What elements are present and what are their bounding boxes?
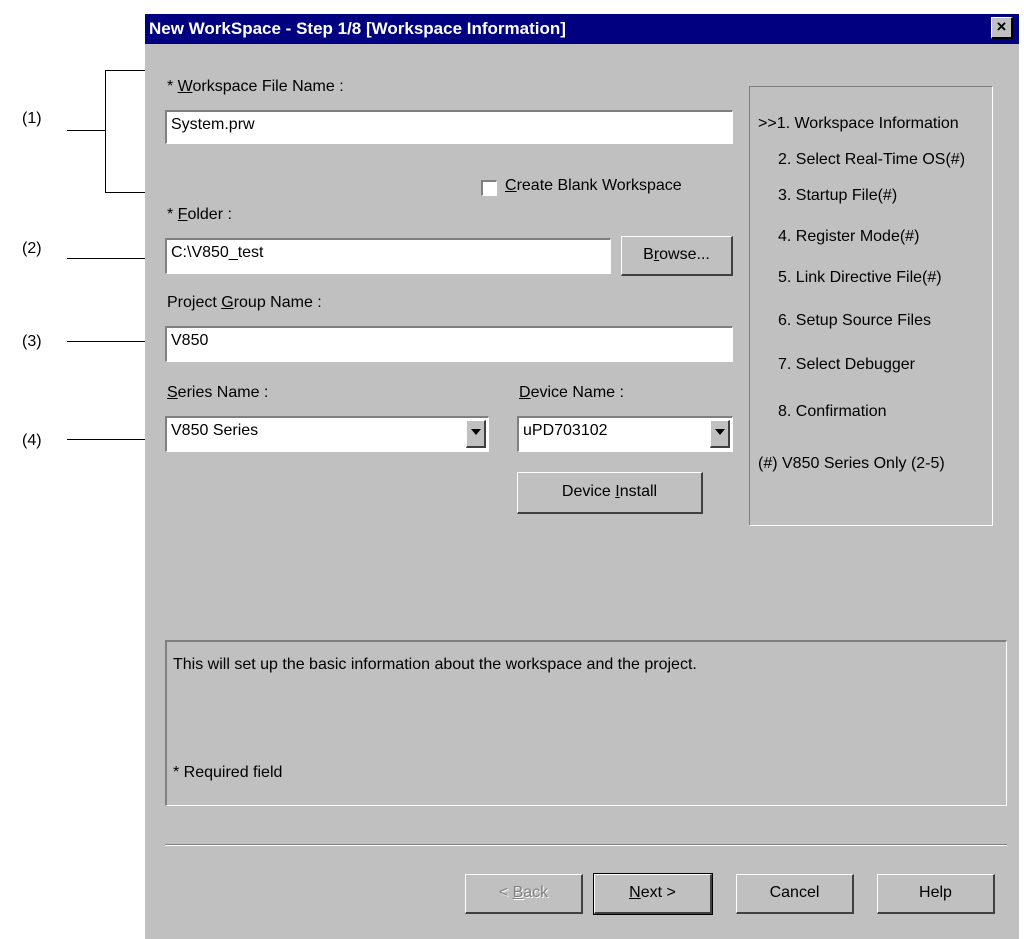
step-item: 4. Register Mode(#) <box>778 228 920 245</box>
browse-button[interactable]: Browse... <box>621 236 733 276</box>
step-item: 6. Setup Source Files <box>778 312 931 329</box>
dialog-title: New WorkSpace - Step 1/8 [Workspace Info… <box>149 19 566 38</box>
step-item: >>1. Workspace Information <box>758 115 959 132</box>
folder-input[interactable]: C:\V850_test <box>165 238 611 274</box>
workspace-file-name-label: * Workspace File Name : <box>167 78 344 95</box>
device-name-value: uPD703102 <box>523 422 608 439</box>
close-icon: × <box>996 17 1007 36</box>
folder-value: C:\V850_test <box>171 244 264 261</box>
cancel-button[interactable]: Cancel <box>736 874 854 914</box>
required-field-note: * Required field <box>173 764 283 781</box>
project-group-name-value: V850 <box>171 332 209 349</box>
back-button[interactable]: < Back <box>465 874 583 914</box>
device-name-select[interactable]: uPD703102 <box>517 416 733 452</box>
step-item: 3. Startup File(#) <box>778 187 898 204</box>
step-item: 5. Link Directive File(#) <box>778 269 942 286</box>
series-name-label: Series Name : <box>167 384 269 401</box>
step-item: 8. Confirmation <box>778 403 887 420</box>
series-dropdown-arrow-icon[interactable] <box>466 420 486 448</box>
project-group-name-input[interactable]: V850 <box>165 326 733 362</box>
workspace-file-name-value: System.prw <box>171 116 255 133</box>
folder-label: * Folder : <box>167 206 232 223</box>
title-bar[interactable]: New WorkSpace - Step 1/8 [Workspace Info… <box>145 14 1019 44</box>
description-text: This will set up the basic information a… <box>173 656 697 673</box>
series-name-value: V850 Series <box>171 422 259 439</box>
annotation-bracket-vertical <box>105 70 106 193</box>
close-button[interactable]: × <box>991 17 1013 39</box>
annotation-arrow-4 <box>67 439 157 440</box>
step-note: (#) V850 Series Only (2-5) <box>758 455 945 472</box>
new-workspace-dialog: New WorkSpace - Step 1/8 [Workspace Info… <box>145 14 1019 939</box>
create-blank-workspace-label[interactable]: Create Blank Workspace <box>505 177 682 195</box>
annotation-label-3: (3) <box>22 333 42 350</box>
device-name-label: Device Name : <box>519 384 624 401</box>
create-blank-workspace-checkbox[interactable] <box>481 180 497 196</box>
device-dropdown-arrow-icon[interactable] <box>710 420 730 448</box>
description-box: This will set up the basic information a… <box>165 640 1007 806</box>
annotation-label-2: (2) <box>22 240 42 257</box>
separator <box>165 844 1007 846</box>
annotation-label-4: (4) <box>22 432 42 449</box>
annotation-bracket-stem <box>67 130 106 131</box>
annotation-label-1: (1) <box>22 110 42 127</box>
help-button[interactable]: Help <box>877 874 995 914</box>
step-item: 2. Select Real-Time OS(#) <box>778 151 966 168</box>
next-button[interactable]: Next > <box>593 873 713 915</box>
annotation-arrow-2 <box>67 258 157 259</box>
device-install-button[interactable]: Device Install <box>517 472 703 514</box>
workspace-file-name-input[interactable]: System.prw <box>165 110 733 144</box>
steps-panel: >>1. Workspace Information 2. Select Rea… <box>749 86 993 526</box>
annotation-arrow-3 <box>67 341 157 342</box>
series-name-select[interactable]: V850 Series <box>165 416 489 452</box>
step-item: 7. Select Debugger <box>778 356 915 373</box>
project-group-name-label: Project Group Name : <box>167 294 322 311</box>
